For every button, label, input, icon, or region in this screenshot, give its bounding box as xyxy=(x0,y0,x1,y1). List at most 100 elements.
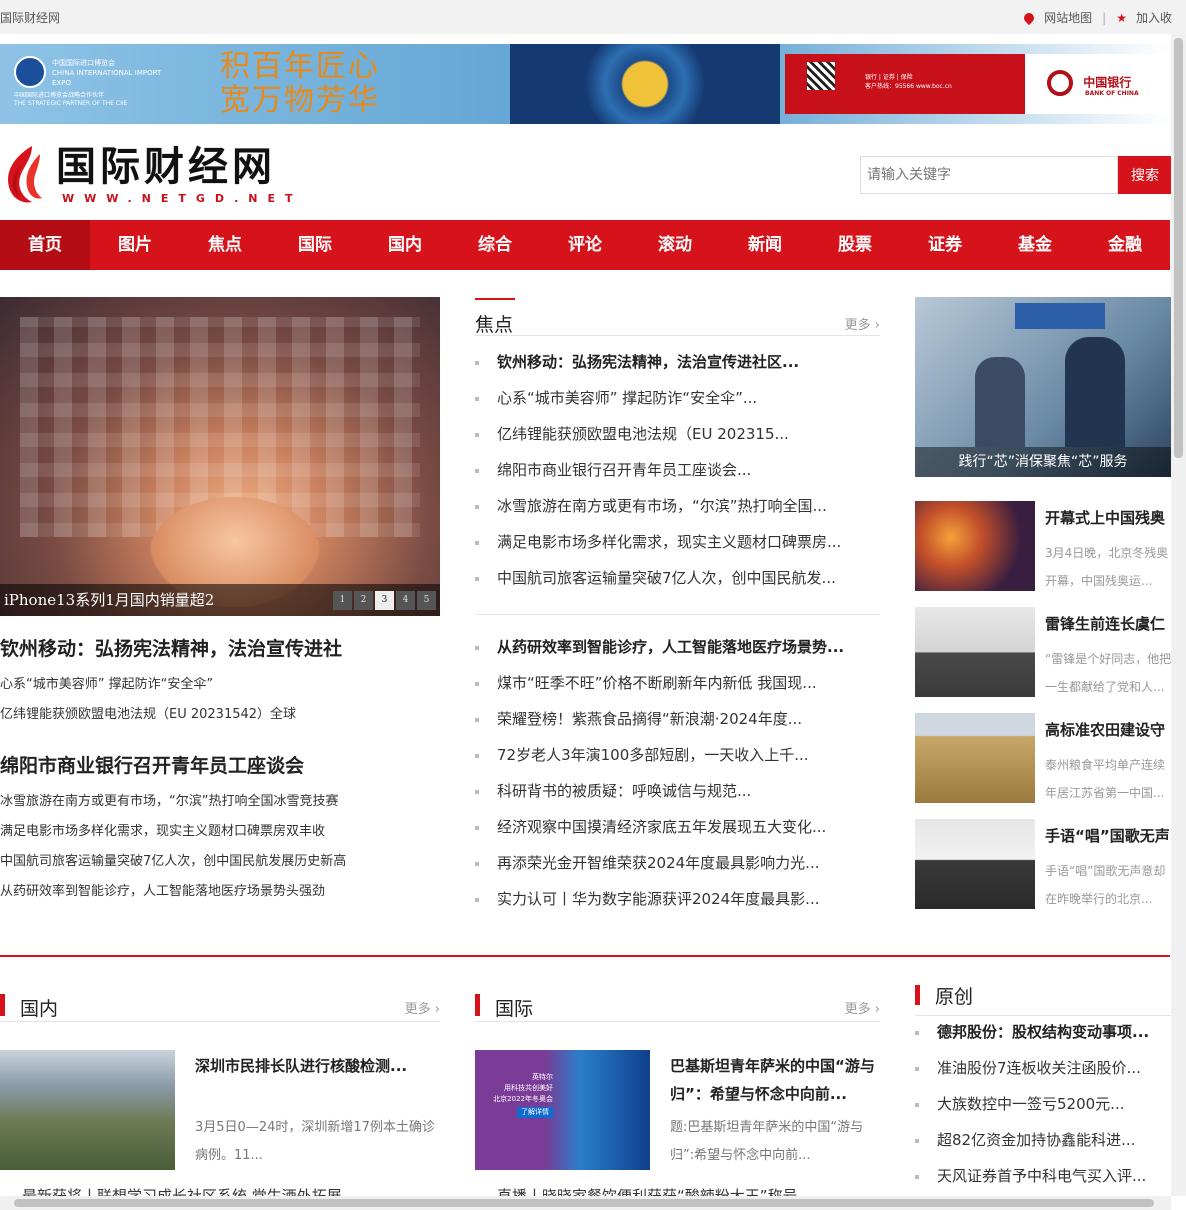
bank-name-en: BANK OF CHINA xyxy=(1085,90,1139,97)
search-button[interactable]: 搜索 xyxy=(1118,156,1172,194)
banner-ad[interactable]: 中国国际进口博览会 CHINA INTERNATIONAL IMPORT EXP… xyxy=(0,44,1170,124)
international-news-title[interactable]: 巴基斯坦青年萨米的中国“游与归”：希望与怀念中向前... xyxy=(670,1052,885,1108)
logo-url: WWW.NETGD.NET xyxy=(62,192,303,205)
slider-dot[interactable]: 4 xyxy=(396,591,415,610)
vertical-scrollbar[interactable] xyxy=(1171,34,1186,1196)
list-item[interactable]: 满足电影市场多样化需求，现实主义题材口碑票房... xyxy=(475,524,880,560)
bank-services: 银行 | 证券 | 保险 xyxy=(865,74,913,81)
nav-item-general[interactable]: 综合 xyxy=(450,220,540,270)
card-thumb xyxy=(915,501,1035,591)
card-desc-line: 年居江苏省第一中国... xyxy=(1045,786,1165,800)
lead-line[interactable]: 满足电影市场多样化需求，现实主义题材口碑票房双丰收 xyxy=(0,817,440,847)
nav-item-funds[interactable]: 基金 xyxy=(990,220,1080,270)
list-item[interactable]: 心系“城市美容师” 撑起防诈“安全伞”... xyxy=(475,380,880,416)
lead-line[interactable]: 中国航司旅客运输量突破7亿人次，创中国民航发展历史新高 xyxy=(0,847,440,877)
international-news[interactable]: 英特尔 用科技共创美好 北京2022年冬奥会 了解详情 巴基斯坦青年萨米的中国“… xyxy=(475,1050,880,1180)
list-item[interactable]: 冰雪旅游在南方或更有市场，“尔滨”热打响全国... xyxy=(475,488,880,524)
list-item[interactable]: 准油股份7连板收关注函股价... xyxy=(915,1050,1171,1086)
slider-dot-active[interactable]: 3 xyxy=(375,591,394,610)
lead-line[interactable]: 从药研效率到智能诊疗，人工智能落地医疗场景势头强劲 xyxy=(0,877,440,907)
list-item[interactable]: 实力认可丨华为数字能源获评2024年度最具影... xyxy=(475,881,880,917)
list-item[interactable]: 钦州移动：弘扬宪法精神，法治宣传进社区... xyxy=(475,344,880,380)
nav-item-domestic[interactable]: 国内 xyxy=(360,220,450,270)
domestic-news[interactable]: 深圳市民排长队进行核酸检测... 3月5日0—24时，深圳新增17例本土确诊病例… xyxy=(0,1050,445,1180)
lead-title[interactable]: 绵阳市商业银行召开青年员工座谈会 xyxy=(0,753,440,779)
right-card-1[interactable]: 开幕式上中国残奥 3月4日晚，北京冬残奥 开幕，中国残奥运... xyxy=(915,501,1171,593)
nav-item-stocks[interactable]: 股票 xyxy=(810,220,900,270)
domestic-news-title[interactable]: 深圳市民排长队进行核酸检测... xyxy=(195,1052,445,1080)
nav-item-pictures[interactable]: 图片 xyxy=(90,220,180,270)
nav-item-securities[interactable]: 证券 xyxy=(900,220,990,270)
flame-logo-icon[interactable] xyxy=(2,144,50,206)
vertical-scroll-thumb[interactable] xyxy=(1174,38,1183,458)
nav-item-rolling[interactable]: 滚动 xyxy=(630,220,720,270)
list-item[interactable]: 再添荣光金开智维荣获2024年度最具影响力光... xyxy=(475,845,880,881)
logo-text[interactable]: 国际财经网 xyxy=(56,144,276,190)
list-item[interactable]: 从药研效率到智能诊疗，人工智能落地医疗场景势... xyxy=(475,629,880,665)
list-item[interactable]: 煤市“旺季不旺”价格不断刷新年内新低 我国现... xyxy=(475,665,880,701)
sitemap-link[interactable]: 网站地图 xyxy=(1044,9,1092,26)
right-card-4[interactable]: 手语“唱”国歌无声 手语“唱”国歌无声意却 在昨晚举行的北京... xyxy=(915,819,1171,911)
list-item[interactable]: 中国航司旅客运输量突破7亿人次，创中国民航发... xyxy=(475,560,880,596)
slider-dot[interactable]: 5 xyxy=(417,591,436,610)
nav-item-international[interactable]: 国际 xyxy=(270,220,360,270)
domestic-news-desc: 3月5日0—24时，深圳新增17例本土确诊病例。11... xyxy=(195,1120,435,1163)
list-item[interactable]: 绵阳市商业银行召开青年员工座谈会... xyxy=(475,452,880,488)
section-divider xyxy=(0,955,1170,957)
add-favorite-link[interactable]: 加入收 xyxy=(1136,9,1172,26)
nav-item-home[interactable]: 首页 xyxy=(0,220,90,270)
list-item[interactable]: 德邦股份：股权结构变动事项... xyxy=(915,1014,1171,1050)
card-desc-line: 一生都献给了党和人... xyxy=(1045,680,1165,694)
intel-slogan: 用科技共创美好 xyxy=(504,1084,553,1092)
horizontal-scroll-thumb[interactable] xyxy=(14,1199,1154,1207)
right-card-2[interactable]: 雷锋生前连长虞仁 “雷锋是个好同志，他把 一生都献给了党和人... xyxy=(915,607,1171,699)
hero-caption[interactable]: 践行“芯”消保聚焦“芯”服务 xyxy=(915,447,1171,477)
card-title[interactable]: 手语“唱”国歌无声 xyxy=(1045,825,1171,846)
domestic-more-link[interactable]: 更多 › xyxy=(405,998,440,1017)
focus-more-link[interactable]: 更多 › xyxy=(845,314,880,333)
international-accent xyxy=(475,994,480,1016)
list-item[interactable]: 科研背书的被质疑：呼唤诚信与规范... xyxy=(475,773,880,809)
card-desc: “雷锋是个好同志，他把 一生都献给了党和人... xyxy=(1045,645,1171,699)
international-header: 国际 更多 › xyxy=(475,990,880,1022)
hero-sign-image xyxy=(1015,303,1105,329)
card-title[interactable]: 高标准农田建设守 xyxy=(1045,719,1171,740)
list-item[interactable]: 天风证券首予中科电气买入评... xyxy=(915,1158,1171,1194)
card-title[interactable]: 雷锋生前连长虞仁 xyxy=(1045,613,1171,634)
card-desc: 3月4日晚，北京冬残奥 开幕，中国残奥运... xyxy=(1045,539,1171,593)
site-header: 国际财经网 WWW.NETGD.NET 搜索 xyxy=(0,140,1186,210)
international-more-link[interactable]: 更多 › xyxy=(845,998,880,1017)
list-item[interactable]: 亿纬锂能获颁欧盟电池法规（EU 202315... xyxy=(475,416,880,452)
top-links: 网站地图 | ★ 加入收 xyxy=(1022,9,1172,26)
list-item[interactable]: 大族数控中一签亏5200元... xyxy=(915,1086,1171,1122)
list-item[interactable]: 超82亿资金加持协鑫能科进... xyxy=(915,1122,1171,1158)
right-card-3[interactable]: 高标准农田建设守 泰州粮食平均单产连续 年居江苏省第一中国... xyxy=(915,713,1171,805)
lead-line[interactable]: 心系“城市美容师” 撑起防诈“安全伞” xyxy=(0,670,440,700)
top-bar: 国际财经网 网站地图 | ★ 加入收 xyxy=(0,0,1186,34)
nav-item-focus[interactable]: 焦点 xyxy=(180,220,270,270)
qr-code-icon xyxy=(807,62,835,90)
site-name: 国际财经网 xyxy=(0,11,61,25)
international-next-item[interactable]: 直播丨晓晓家餐饮便利获获“酸辣粉大王”称号 xyxy=(497,1186,877,1196)
lead-line[interactable]: 冰雪旅游在南方或更有市场，“尔滨”热打响全国冰雪竞技赛 xyxy=(0,787,440,817)
banner-slogan: 积百年匠心 宽万物芳华 xyxy=(220,50,380,118)
photo-slider[interactable]: iPhone13系列1月国内销量超2 1 2 3 4 5 xyxy=(0,297,440,616)
slider-dot[interactable]: 1 xyxy=(333,591,352,610)
lead-title[interactable]: 钦州移动：弘扬宪法精神，法治宣传进社 xyxy=(0,636,440,662)
expo-badge: 中国国际进口博览会 CHINA INTERNATIONAL IMPORT EXP… xyxy=(14,56,161,112)
slider-dot[interactable]: 2 xyxy=(354,591,373,610)
lead-line[interactable]: 亿纬锂能获颁欧盟电池法规（EU 20231542）全球 xyxy=(0,700,440,730)
list-item[interactable]: 72岁老人3年演100多部短剧，一天收入上千... xyxy=(475,737,880,773)
domestic-next-item[interactable]: 最新获将丨联想学习成长社区系统 党生酒外拓展 xyxy=(22,1186,442,1196)
search-input[interactable] xyxy=(860,156,1118,194)
nav-item-news[interactable]: 新闻 xyxy=(720,220,810,270)
list-item[interactable]: 经济观察中国摸清经济家底五年发展现五大变化... xyxy=(475,809,880,845)
horizontal-scrollbar[interactable] xyxy=(0,1196,1171,1210)
nav-item-finance[interactable]: 金融 xyxy=(1080,220,1170,270)
ciie-logo-icon xyxy=(14,56,46,88)
list-item[interactable]: 荣耀登榜！紫燕食品摘得“新浪潮·2024年度... xyxy=(475,701,880,737)
card-title[interactable]: 开幕式上中国残奥 xyxy=(1045,507,1171,528)
right-hero[interactable]: 践行“芯”消保聚焦“芯”服务 xyxy=(915,297,1171,477)
lead-story-2: 绵阳市商业银行召开青年员工座谈会 冰雪旅游在南方或更有市场，“尔滨”热打响全国冰… xyxy=(0,753,440,907)
nav-item-commentary[interactable]: 评论 xyxy=(540,220,630,270)
